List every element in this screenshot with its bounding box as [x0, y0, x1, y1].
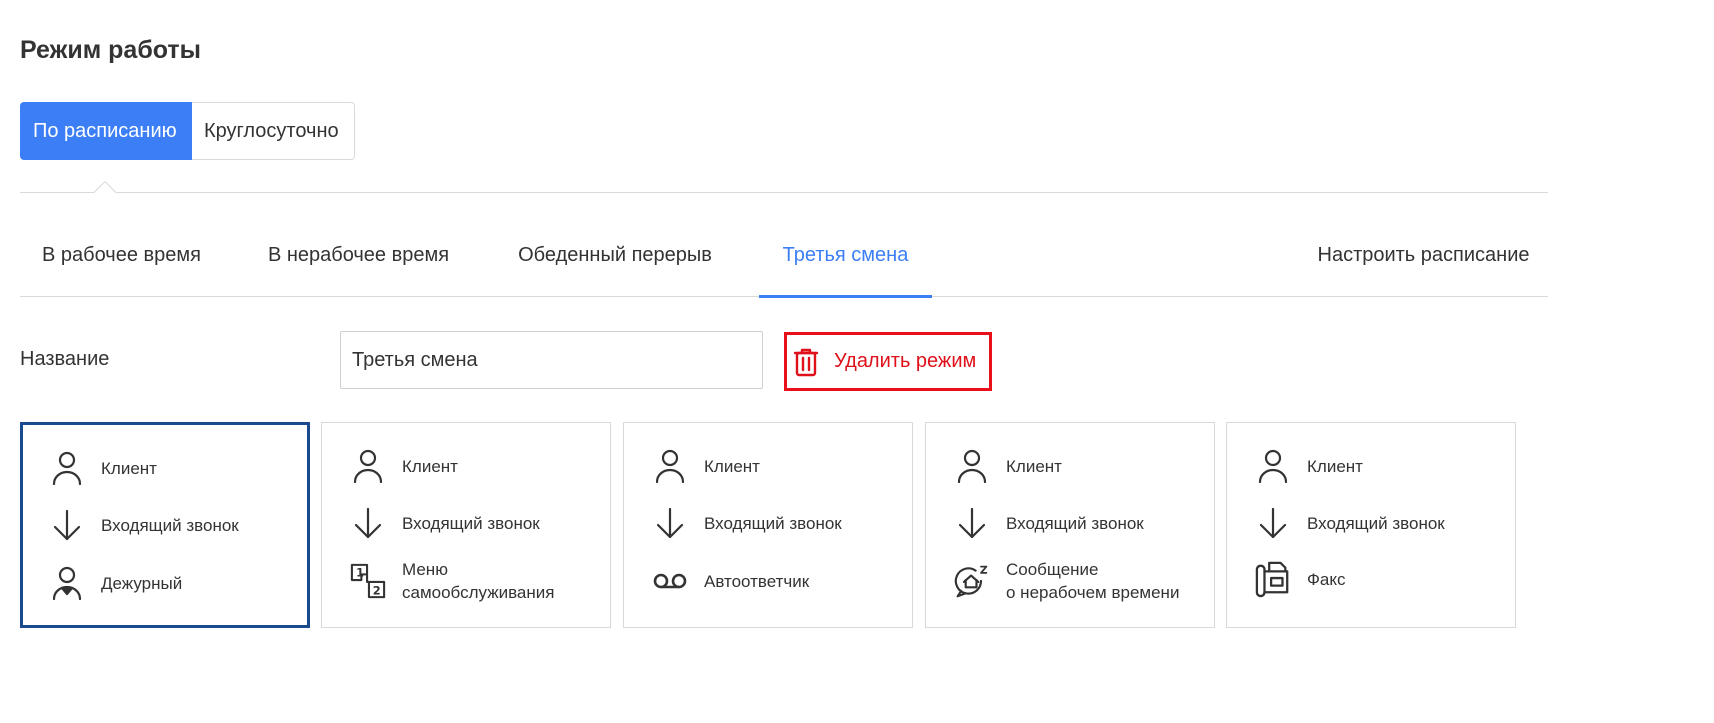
card-row: Клиент	[49, 450, 157, 486]
card-row: Факс	[1255, 561, 1346, 598]
person-icon	[652, 448, 688, 484]
arrow-down-icon	[652, 505, 688, 541]
card-row: Клиент	[652, 448, 760, 484]
svg-text:1: 1	[356, 565, 364, 579]
card-row: Дежурный	[49, 565, 182, 601]
scenario-card-ivr[interactable]: Клиент Входящий звонок 1 2 Меню самообсл…	[321, 422, 611, 628]
duty-person-icon	[49, 565, 85, 601]
arrow-down-icon	[1255, 505, 1291, 541]
round-the-clock-mode-button[interactable]: Круглосуточно	[192, 102, 355, 160]
scenario-card-after-hours[interactable]: Клиент Входящий звонок Сообщение о нераб…	[925, 422, 1215, 628]
person-icon	[954, 448, 990, 484]
card-row: Клиент	[954, 448, 1062, 484]
card-row: 1 2 Меню самообслуживания	[350, 558, 554, 604]
voicemail-icon	[652, 563, 688, 599]
delete-mode-label: Удалить режим	[834, 350, 977, 372]
card-row: Входящий звонок	[1255, 505, 1445, 541]
schedule-tabs: В рабочее время В нерабочее время Обеден…	[20, 214, 1548, 298]
arrow-down-icon	[350, 505, 386, 541]
work-mode-switch: По расписанию Круглосуточно	[20, 102, 355, 160]
after-hours-message-icon	[954, 563, 990, 599]
card-row: Входящий звонок	[652, 505, 842, 541]
person-icon	[1255, 448, 1291, 484]
name-input[interactable]	[340, 331, 763, 389]
ivr-menu-icon: 1 2	[350, 563, 386, 599]
tab-third-shift[interactable]: Третья смена	[759, 214, 932, 298]
card-row: Входящий звонок	[350, 505, 540, 541]
arrow-down-icon	[954, 505, 990, 541]
card-row: Автоответчик	[652, 563, 809, 599]
tab-lunch-break[interactable]: Обеденный перерыв	[495, 214, 735, 297]
scheduled-mode-button[interactable]: По расписанию	[20, 102, 192, 160]
switch-pointer	[87, 180, 123, 193]
scenario-card-voicemail[interactable]: Клиент Входящий звонок Автоответчик	[623, 422, 913, 628]
arrow-down-icon	[49, 507, 85, 543]
card-row: Сообщение о нерабочем времени	[954, 558, 1179, 604]
card-row: Входящий звонок	[954, 505, 1144, 541]
delete-mode-button[interactable]: Удалить режим	[784, 332, 992, 391]
fax-icon	[1255, 561, 1291, 598]
card-row: Клиент	[350, 448, 458, 484]
scenario-card-fax[interactable]: Клиент Входящий звонок Факс	[1226, 422, 1516, 628]
trash-icon	[793, 347, 819, 377]
scenario-card-duty[interactable]: Клиент Входящий звонок Дежурный	[20, 422, 310, 628]
person-icon	[350, 448, 386, 484]
svg-text:2: 2	[373, 583, 381, 597]
card-row: Входящий звонок	[49, 507, 239, 543]
page-title: Режим работы	[20, 36, 202, 64]
configure-schedule-link[interactable]: Настроить расписание	[1299, 214, 1548, 297]
card-row: Клиент	[1255, 448, 1363, 484]
person-icon	[49, 450, 85, 486]
divider	[20, 192, 1548, 193]
tab-non-working-hours[interactable]: В нерабочее время	[246, 214, 471, 297]
name-label: Название	[20, 348, 110, 370]
tab-working-hours[interactable]: В рабочее время	[20, 214, 223, 297]
